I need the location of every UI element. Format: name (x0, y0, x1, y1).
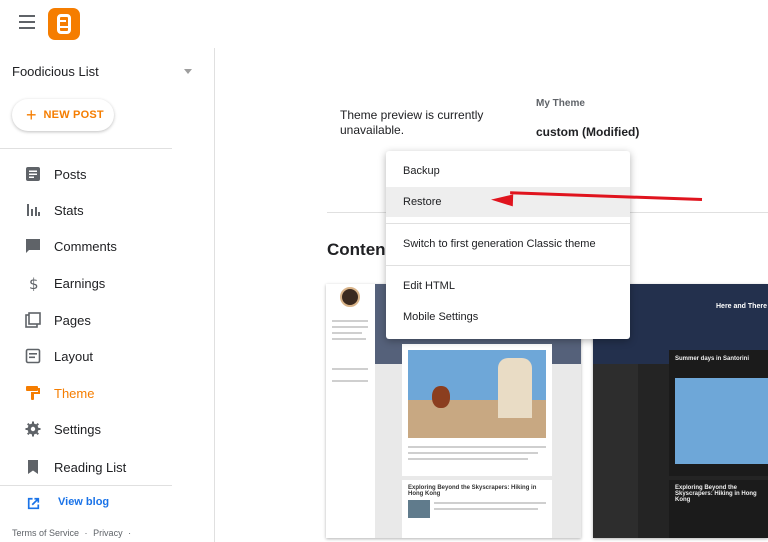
thumbnail-post-title: Summer days in Santorini (675, 356, 750, 362)
thumbnail-text-line (332, 368, 368, 370)
sidebar-divider (0, 148, 172, 149)
thumbnail-post-photo (408, 500, 430, 518)
thumbnail-avatar (340, 287, 360, 307)
content-heading: Conten (327, 240, 386, 259)
thumbnail-text-line (332, 320, 368, 322)
sidebar-item-label: Pages (54, 312, 91, 328)
thumbnail-post-title: Exploring Beyond the Skyscrapers: Hiking… (408, 485, 537, 497)
sidebar-item-reading-list[interactable]: Reading List (0, 453, 214, 481)
sidebar-item-layout[interactable]: Layout (0, 342, 214, 370)
menu-item-switch-classic[interactable]: Switch to first generation Classic theme (386, 229, 630, 259)
sidebar-item-theme[interactable]: Theme (0, 379, 214, 407)
sidebar-divider (0, 485, 172, 486)
theme-options-menu: Backup Restore Switch to first generatio… (386, 151, 630, 339)
footer-separator: · (128, 528, 132, 538)
preview-message: Theme preview is currently unavailable. (340, 108, 484, 137)
theme-icon (26, 386, 40, 400)
external-link-icon (27, 497, 40, 510)
sidebar-item-comments[interactable]: Comments (0, 232, 214, 260)
thumbnail-post-card: Exploring Beyond the Skyscrapers: Hiking… (669, 480, 768, 538)
sidebar-item-pages[interactable]: Pages (0, 306, 214, 334)
theme-name: custom (Modified) (536, 125, 640, 139)
thumbnail-text-line (408, 458, 528, 460)
bookmark-icon (28, 460, 38, 474)
privacy-link[interactable]: Privacy (93, 528, 123, 538)
terms-link[interactable]: Terms of Service (12, 528, 79, 538)
top-bar (0, 0, 768, 48)
thumbnail-post-card: Exploring Beyond the Skyscrapers: Hiking… (402, 480, 552, 538)
thumbnail-text-line (332, 332, 362, 334)
sidebar-item-label: Comments (54, 238, 117, 254)
thumbnail-text-line (332, 380, 368, 382)
svg-text:$: $ (29, 275, 39, 291)
view-blog-link[interactable]: View blog (0, 490, 214, 516)
sidebar-item-label: Reading List (54, 459, 127, 475)
menu-item-edit-html[interactable]: Edit HTML (386, 271, 630, 301)
thumbnail-post-title: Exploring Beyond the Skyscrapers: Hiking… (675, 485, 757, 503)
gear-icon (25, 421, 41, 437)
thumbnail-photo-pot (432, 386, 450, 408)
sidebar-item-stats[interactable]: Stats (0, 196, 214, 224)
sidebar-item-settings[interactable]: Settings (0, 415, 214, 443)
thumbnail-hero-title: Here and There (716, 303, 767, 310)
menu-separator (386, 223, 630, 224)
menu-item-mobile-settings[interactable]: Mobile Settings (386, 302, 630, 332)
sidebar-item-posts[interactable]: Posts (0, 160, 214, 188)
sidebar: Foodicious List + NEW POST Posts Stats C… (0, 48, 215, 542)
sidebar-item-label: Settings (54, 421, 101, 437)
thumbnail-post-photo (408, 350, 546, 438)
stats-icon (27, 204, 40, 216)
new-post-button[interactable]: + NEW POST (12, 99, 114, 131)
thumbnail-post-card (402, 344, 552, 476)
thumbnail-text-line (408, 446, 546, 448)
thumbnail-sidebar (326, 284, 375, 538)
pages-icon (25, 312, 41, 328)
plus-icon: + (26, 105, 37, 125)
sidebar-item-label: Layout (54, 348, 94, 364)
sidebar-item-label: Earnings (54, 275, 106, 291)
thumbnail-text-line (332, 326, 368, 328)
layout-icon (25, 348, 41, 364)
thumbnail-text-line (434, 502, 546, 504)
thumbnail-post-card: Summer days in Santorini (669, 350, 768, 476)
menu-separator (386, 265, 630, 266)
menu-item-backup[interactable]: Backup (386, 156, 630, 186)
footer-separator: · (84, 528, 88, 538)
blog-selector[interactable]: Foodicious List (12, 64, 99, 79)
dollar-icon: $ (29, 275, 39, 291)
new-post-label: NEW POST (43, 109, 104, 121)
chevron-down-icon[interactable] (184, 69, 192, 74)
hamburger-icon[interactable] (19, 15, 35, 29)
view-blog-label: View blog (58, 496, 110, 508)
annotation-arrow-head-icon (490, 193, 514, 207)
thumbnail-text-line (434, 508, 538, 510)
thumbnail-post-photo (675, 378, 768, 464)
sidebar-item-label: Stats (54, 202, 84, 218)
comments-icon (26, 239, 40, 253)
thumbnail-sidebar (593, 364, 638, 538)
thumbnail-photo-tower (498, 358, 532, 418)
sidebar-item-label: Theme (54, 385, 95, 401)
theme-label: My Theme (536, 98, 585, 109)
blogger-logo-icon[interactable] (48, 8, 80, 40)
thumbnail-text-line (408, 452, 538, 454)
footer-links: Terms of Service · Privacy · (12, 528, 134, 538)
posts-icon (26, 167, 40, 181)
sidebar-item-label: Posts (54, 166, 87, 182)
thumbnail-text-line (332, 338, 366, 340)
sidebar-item-earnings[interactable]: $ Earnings (0, 269, 214, 297)
